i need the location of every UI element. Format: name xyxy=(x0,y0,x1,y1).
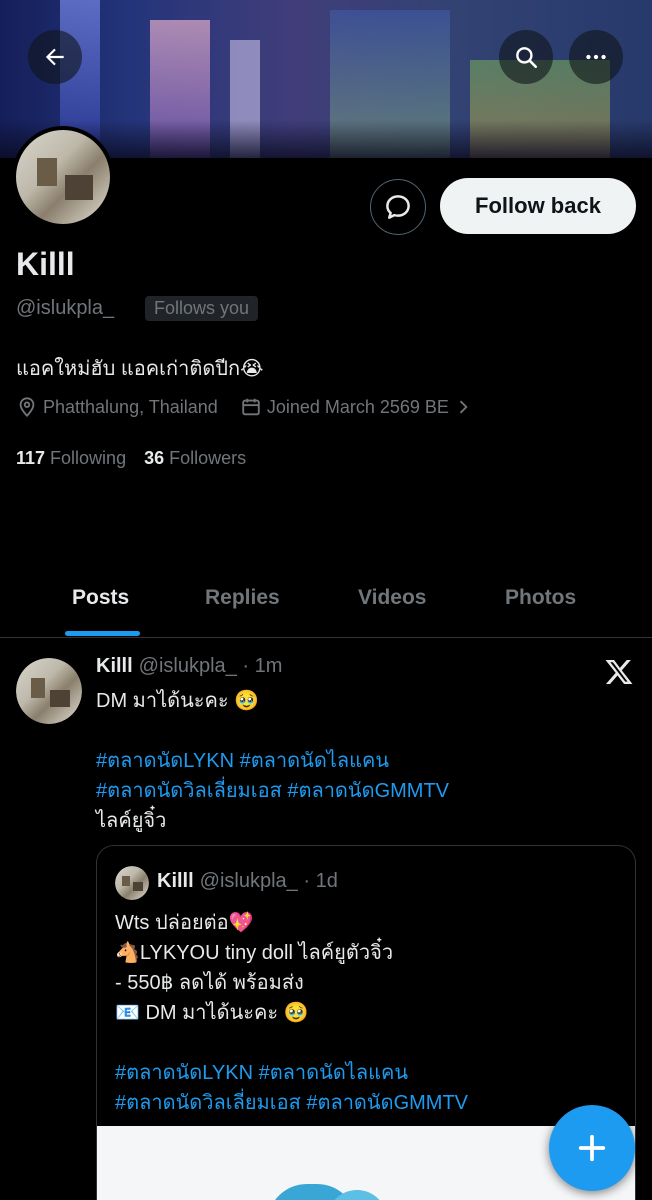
post-author-name[interactable]: Killl xyxy=(96,655,133,678)
quote-line: 🐴LYKYOU tiny doll ไลค์ยูตัวจิ๋ว xyxy=(115,942,394,964)
followers-count: 36 xyxy=(144,448,165,468)
quote-author-name: Killl xyxy=(157,870,194,892)
post-hashtags[interactable]: #ตลาดนัดLYKN #ตลาดนัดไลแคน xyxy=(96,746,636,776)
chevron-right-icon xyxy=(459,400,468,414)
avatar-image xyxy=(16,658,82,724)
quote-text: Wts ปล่อยต่อ💖 🐴LYKYOU tiny doll ไลค์ยูตั… xyxy=(115,908,625,1118)
message-icon xyxy=(386,195,410,219)
quote-avatar xyxy=(115,866,149,900)
plus-icon xyxy=(578,1134,606,1162)
quote-header: Killl @islukpla_ · 1d xyxy=(157,870,338,893)
quote-line: Wts ปล่อยต่อ💖 xyxy=(115,912,254,934)
tab-replies[interactable]: Replies xyxy=(205,586,280,610)
location-text: Phatthalung, Thailand xyxy=(43,396,218,417)
following-label: Following xyxy=(50,448,127,468)
display-name: Killl xyxy=(16,246,75,282)
quote-hashtags[interactable]: #ตลาดนัดLYKN #ตลาดนัดไลแคน xyxy=(115,1058,625,1088)
following-count: 117 xyxy=(16,448,46,468)
message-button[interactable] xyxy=(370,179,426,235)
quote-line: - 550฿ ลดได้ พร้อมส่ง xyxy=(115,972,304,994)
profile-avatar[interactable] xyxy=(12,126,114,228)
post-text: DM มาได้นะคะ 🥹 #ตลาดนัดLYKN #ตลาดนัดไลแค… xyxy=(96,686,636,836)
post-hashtags[interactable]: #ตลาดนัดวิลเลี่ยมเอส #ตลาดนัดGMMTV xyxy=(96,776,636,806)
calendar-icon xyxy=(242,398,260,416)
location-icon xyxy=(19,397,35,418)
post-line: ไลค์ยูจิ๋ว xyxy=(96,810,167,832)
back-button[interactable] xyxy=(28,30,82,84)
quote-line: 📧 DM มาได้นะคะ 🥹 xyxy=(115,1002,309,1024)
active-tab-indicator xyxy=(65,631,140,636)
joined-text: Joined March 2569 BE xyxy=(266,396,449,417)
profile-bio: แอคใหม่ฮับ แอคเก่าติดปีก😭 xyxy=(16,358,264,380)
tab-photos[interactable]: Photos xyxy=(505,586,576,610)
quote-handle-time: @islukpla_ · 1d xyxy=(199,870,338,892)
profile-handle: @islukpla_ xyxy=(16,297,115,319)
search-button[interactable] xyxy=(499,30,553,84)
avatar-image xyxy=(115,866,149,900)
quote-hashtags[interactable]: #ตลาดนัดวิลเลี่ยมเอส #ตลาดนัดGMMTV xyxy=(115,1088,625,1118)
back-arrow-icon xyxy=(45,48,64,66)
following-link[interactable]: 117 Following xyxy=(16,448,126,469)
profile-tabs: Posts Replies Videos Photos xyxy=(0,568,652,638)
followers-label: Followers xyxy=(169,448,247,468)
location: Phatthalung, Thailand xyxy=(16,396,218,418)
profile-meta: Phatthalung, Thailand Joined March 2569 … xyxy=(16,396,500,418)
post-handle-time: @islukpla_ · 1m xyxy=(138,655,283,677)
avatar-image xyxy=(16,130,110,224)
follow-back-button[interactable]: Follow back xyxy=(440,178,636,234)
tab-videos[interactable]: Videos xyxy=(358,586,426,610)
joined-date[interactable]: Joined March 2569 BE xyxy=(240,396,478,418)
search-icon xyxy=(516,47,538,69)
profile-banner[interactable] xyxy=(0,0,652,158)
x-logo-icon xyxy=(605,660,633,684)
tab-posts[interactable]: Posts xyxy=(72,586,129,610)
post-avatar[interactable] xyxy=(16,658,82,724)
more-button[interactable] xyxy=(569,30,623,84)
follows-you-badge: Follows you xyxy=(145,296,259,321)
compose-button[interactable] xyxy=(549,1105,635,1191)
more-icon xyxy=(586,54,606,60)
post-line: DM มาได้นะคะ 🥹 xyxy=(96,690,260,712)
followers-link[interactable]: 36 Followers xyxy=(144,448,246,469)
follow-stats: 117 Following 36 Followers xyxy=(16,448,264,469)
post-header: Killl @islukpla_ · 1m xyxy=(96,655,282,678)
